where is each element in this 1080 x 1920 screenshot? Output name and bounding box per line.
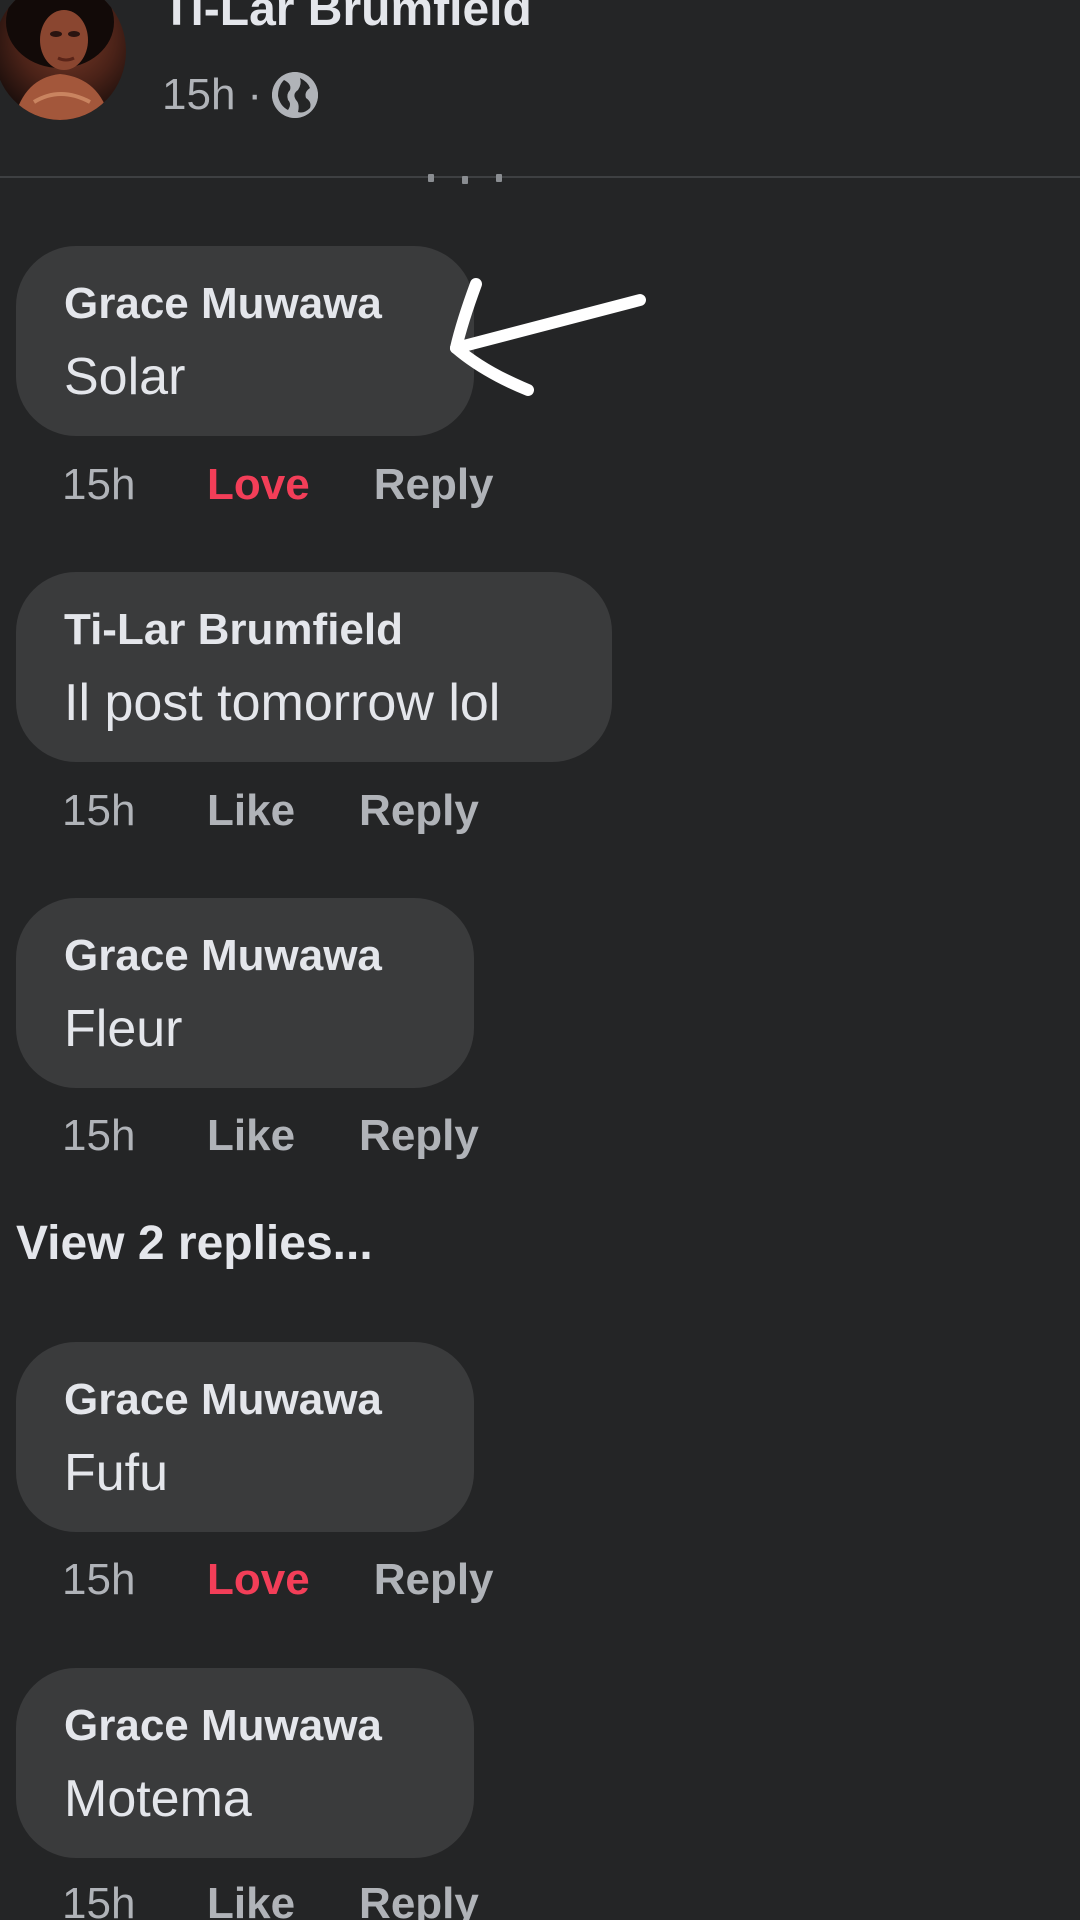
comment-author[interactable]: Ti-Lar Brumfield — [64, 602, 564, 658]
globe-icon — [272, 72, 319, 118]
comment-bubble[interactable]: Grace Muwawa Motema — [16, 1668, 474, 1858]
post-author-name[interactable]: Ti-Lar Brumfield — [162, 0, 532, 37]
comment-text: Solar — [64, 348, 186, 406]
comment-time[interactable]: 15h — [62, 460, 207, 510]
like-button[interactable]: Like — [207, 1111, 295, 1161]
comment-text: Fleur — [64, 1000, 183, 1058]
comment-actions: 15h Like Reply — [62, 1874, 479, 1920]
annotation-arrow-icon — [450, 278, 646, 396]
reply-button[interactable]: Reply — [359, 1111, 479, 1161]
like-button[interactable]: Like — [207, 786, 295, 836]
view-replies-link[interactable]: View 2 replies... — [16, 1216, 373, 1271]
like-button[interactable]: Like — [207, 1879, 295, 1920]
comment-time[interactable]: 15h — [62, 786, 207, 836]
comment-text: Fufu — [64, 1444, 169, 1502]
avatar[interactable] — [0, 0, 126, 120]
comments-screen: Ti-Lar Brumfield 15h · Grace Muwawa Sola… — [0, 0, 1080, 1920]
reply-button[interactable]: Reply — [359, 786, 479, 836]
comment-author[interactable]: Grace Muwawa — [64, 1372, 426, 1428]
comment-text: Il post tomorrow lol — [64, 674, 501, 732]
comment-author[interactable]: Grace Muwawa — [64, 1698, 426, 1754]
comment-time[interactable]: 15h — [62, 1111, 207, 1161]
comment-actions: 15h Like Reply — [62, 781, 479, 841]
meta-separator: · — [247, 70, 263, 119]
comment-text: Motema — [64, 1770, 252, 1828]
comment-actions: 15h Love Reply — [62, 1550, 494, 1610]
comment-time[interactable]: 15h — [62, 1879, 207, 1920]
comment-actions: 15h Like Reply — [62, 1106, 479, 1166]
comment-actions: 15h Love Reply — [62, 455, 494, 515]
comment-author[interactable]: Grace Muwawa — [64, 928, 426, 984]
cut-off-text — [420, 174, 510, 184]
comment-bubble[interactable]: Grace Muwawa Solar — [16, 246, 474, 436]
post-header: Ti-Lar Brumfield 15h · — [0, 0, 1080, 178]
comment-bubble[interactable]: Grace Muwawa Fufu — [16, 1342, 474, 1532]
love-reaction-button[interactable]: Love — [207, 1555, 310, 1605]
post-time[interactable]: 15h — [162, 70, 235, 120]
comment-time[interactable]: 15h — [62, 1555, 207, 1605]
reply-button[interactable]: Reply — [374, 460, 494, 510]
love-reaction-button[interactable]: Love — [207, 460, 310, 510]
post-meta: 15h · — [162, 70, 319, 120]
reply-button[interactable]: Reply — [374, 1555, 494, 1605]
comment-author[interactable]: Grace Muwawa — [64, 276, 426, 332]
comment-bubble[interactable]: Ti-Lar Brumfield Il post tomorrow lol — [16, 572, 612, 762]
reply-button[interactable]: Reply — [359, 1879, 479, 1920]
comment-bubble[interactable]: Grace Muwawa Fleur — [16, 898, 474, 1088]
